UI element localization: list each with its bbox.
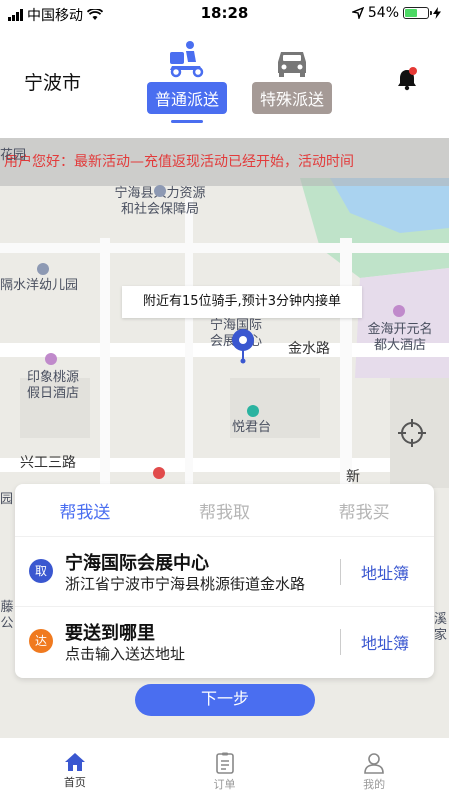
dropoff-badge: 达 (29, 629, 53, 653)
pickup-address-book-button[interactable]: 地址簿 (361, 560, 409, 584)
tabbar-home-label: 首页 (63, 776, 86, 789)
location-arrow-icon (351, 7, 364, 19)
poi-marker-icon (154, 185, 166, 197)
status-bar: 中国移动 18:28 54% (0, 0, 449, 26)
promo-notice-banner[interactable]: 用户您好：最新活动—充值返现活动已经开始，活动时间 (0, 138, 449, 186)
tabbar-orders-label: 订单 (213, 778, 236, 791)
poi-marker-icon (37, 263, 49, 275)
tabbar-home[interactable]: 首页 (0, 738, 150, 800)
next-step-button[interactable]: 下一步 (135, 684, 315, 716)
divider (340, 559, 341, 585)
mode-special-delivery[interactable]: 特殊派送 (252, 40, 333, 114)
charging-bolt-icon (433, 7, 441, 19)
bottom-tab-bar: 首页 订单 我的 (0, 738, 449, 800)
map-label-yuan: 园 (0, 492, 14, 507)
map-label-right-edge: 溪家 (433, 612, 447, 643)
hotel-marker-icon (45, 353, 57, 365)
map-label-xin: 新 (346, 469, 360, 485)
tabbar-orders[interactable]: 订单 (150, 738, 300, 800)
nearby-riders-tip: 附近有15位骑手,预计3分钟内接单 (122, 286, 362, 318)
city-selector[interactable]: 宁波市 (24, 68, 81, 95)
pickup-title: 宁海国际会展中心 (65, 553, 209, 574)
dropoff-title: 要送到哪里 (65, 623, 155, 644)
tabbar-profile[interactable]: 我的 (299, 738, 449, 800)
scooter-courier-icon (166, 40, 208, 78)
location-pin-icon (232, 329, 254, 364)
header: 宁波市 普通派送 特殊派送 (0, 26, 449, 138)
map-label-kindergarten: 隔水洋幼儿园 (0, 278, 79, 293)
service-tabs: 帮我送 帮我取 帮我买 (15, 484, 434, 536)
active-mode-indicator (171, 120, 203, 123)
car-icon (275, 40, 309, 78)
profile-icon (364, 753, 384, 774)
map-label-hotel-right: 金海开元名 都大酒店 (367, 322, 433, 353)
battery-icon (403, 7, 432, 19)
map-road-xinggong: 兴工三路 (20, 455, 76, 471)
pickup-address-row[interactable]: 取 宁海国际会展中心 浙江省宁波市宁海县桃源街道金水路 地址簿 (15, 536, 434, 606)
mode-special-label: 特殊派送 (252, 82, 333, 114)
dropoff-address-book-button[interactable]: 地址簿 (361, 630, 409, 654)
shop-marker-icon (153, 467, 165, 479)
map-label-left-edge: 藤 公 (0, 600, 14, 631)
mode-normal-label: 普通派送 (146, 82, 227, 114)
map-road-jinshui: 金水路 (288, 341, 330, 357)
order-list-icon (215, 752, 234, 774)
pickup-badge: 取 (29, 559, 53, 583)
home-icon (64, 753, 85, 771)
locate-me-icon[interactable] (397, 418, 427, 448)
building-marker-icon (247, 405, 259, 417)
dropoff-address-row[interactable]: 达 要送到哪里 点击输入送达地址 地址簿 (15, 606, 434, 676)
tab-help-buy[interactable]: 帮我买 (294, 498, 434, 523)
hotel-marker-icon (393, 305, 405, 317)
dropoff-subtitle: 点击输入送达地址 (65, 645, 186, 663)
battery-fill (405, 9, 417, 17)
tab-help-deliver[interactable]: 帮我送 (15, 498, 155, 523)
status-right: 54% (351, 5, 441, 21)
divider (340, 629, 341, 655)
map-label-yuejuntai: 悦君台 (232, 420, 272, 435)
map-label-hua: 花园 (0, 148, 27, 163)
mode-normal-delivery[interactable]: 普通派送 (146, 40, 228, 123)
notification-button[interactable] (395, 66, 419, 92)
tab-help-pickup[interactable]: 帮我取 (155, 498, 295, 523)
battery-percent: 54% (367, 5, 399, 21)
order-panel: 帮我送 帮我取 帮我买 取 宁海国际会展中心 浙江省宁波市宁海县桃源街道金水路 … (15, 484, 434, 678)
bell-icon (398, 67, 417, 91)
pickup-subtitle: 浙江省宁波市宁海县桃源街道金水路 (65, 575, 306, 593)
map-label-hotel-left: 印象桃源 假日酒店 (26, 370, 79, 401)
tabbar-profile-label: 我的 (363, 778, 386, 791)
